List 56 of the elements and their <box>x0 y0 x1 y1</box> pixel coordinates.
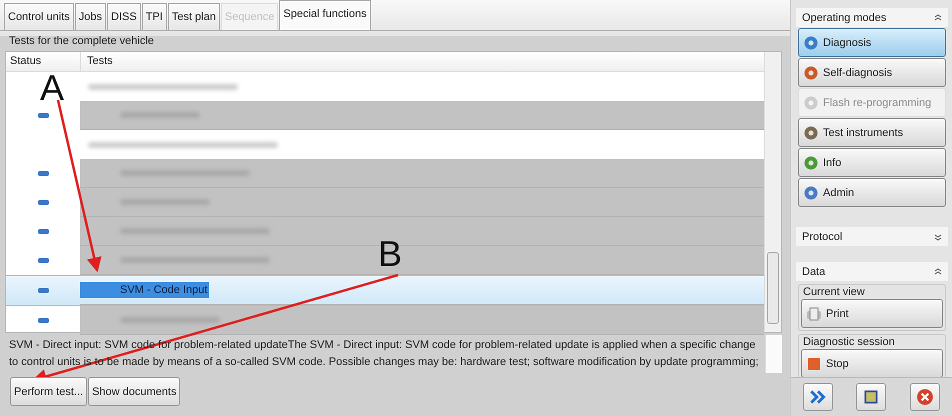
forward-button[interactable] <box>802 383 833 411</box>
scrollbar[interactable] <box>764 52 781 332</box>
tab[interactable]: DISS <box>107 3 141 30</box>
fit-button[interactable] <box>856 383 886 411</box>
column-header: Tests <box>86 54 113 69</box>
mode-button[interactable]: Info <box>798 148 946 177</box>
status-icon <box>38 318 48 323</box>
annotation-letter: B <box>378 236 402 272</box>
close-icon <box>916 388 934 406</box>
tab[interactable]: Special functions <box>279 0 371 30</box>
section-header[interactable]: Operating modes <box>796 8 948 27</box>
status-icon <box>38 258 48 263</box>
annotation-letter: A <box>40 70 64 106</box>
tab[interactable]: TPI <box>142 3 167 30</box>
chevron-icon <box>934 268 942 276</box>
status-icon <box>38 229 48 234</box>
column-header: Status <box>6 52 81 71</box>
close-button[interactable] <box>910 383 940 411</box>
action-button[interactable]: Show documents <box>88 377 180 406</box>
section-header[interactable]: Protocol <box>796 227 948 246</box>
status-icon <box>38 171 48 176</box>
mode-icon <box>803 94 819 110</box>
section-header[interactable]: Data <box>796 262 948 281</box>
mode-button[interactable]: Test instruments <box>798 118 946 147</box>
group-title: Current view <box>802 285 866 299</box>
tab[interactable]: Control units <box>4 3 74 30</box>
tab[interactable]: Jobs <box>74 3 106 30</box>
scrollbar[interactable] <box>765 335 782 373</box>
mode-icon <box>803 34 819 50</box>
panel-title: Tests for the complete vehicle <box>8 34 155 49</box>
mode-icon <box>803 184 819 200</box>
group-title: Diagnostic session <box>802 335 896 349</box>
chevron-icon <box>934 14 942 22</box>
status-icon <box>38 113 48 118</box>
table-cell[interactable] <box>80 188 764 217</box>
stop-icon <box>806 356 822 372</box>
frame-icon <box>862 388 880 406</box>
mode-icon <box>803 124 819 140</box>
tab[interactable]: Test plan <box>168 3 220 30</box>
table-cell[interactable] <box>80 306 764 335</box>
mode-button[interactable]: Diagnosis <box>798 28 946 57</box>
double-chevron-icon <box>808 388 827 406</box>
mode-icon <box>803 64 819 80</box>
chevron-icon <box>934 232 942 240</box>
status-icon <box>38 288 48 293</box>
test-name: SVM - Code Input <box>80 282 210 298</box>
mode-button[interactable]: Self-diagnosis <box>798 58 946 87</box>
mode-icon <box>803 154 819 170</box>
printer-icon <box>806 306 822 322</box>
table-cell[interactable] <box>80 159 764 188</box>
action-button[interactable]: Perform test... <box>10 377 88 406</box>
data-button[interactable]: Stop <box>801 349 943 378</box>
data-button[interactable]: Print <box>801 299 943 328</box>
table-cell[interactable] <box>80 101 764 130</box>
mode-button[interactable]: Admin <box>798 178 946 207</box>
status-icon <box>38 200 48 205</box>
